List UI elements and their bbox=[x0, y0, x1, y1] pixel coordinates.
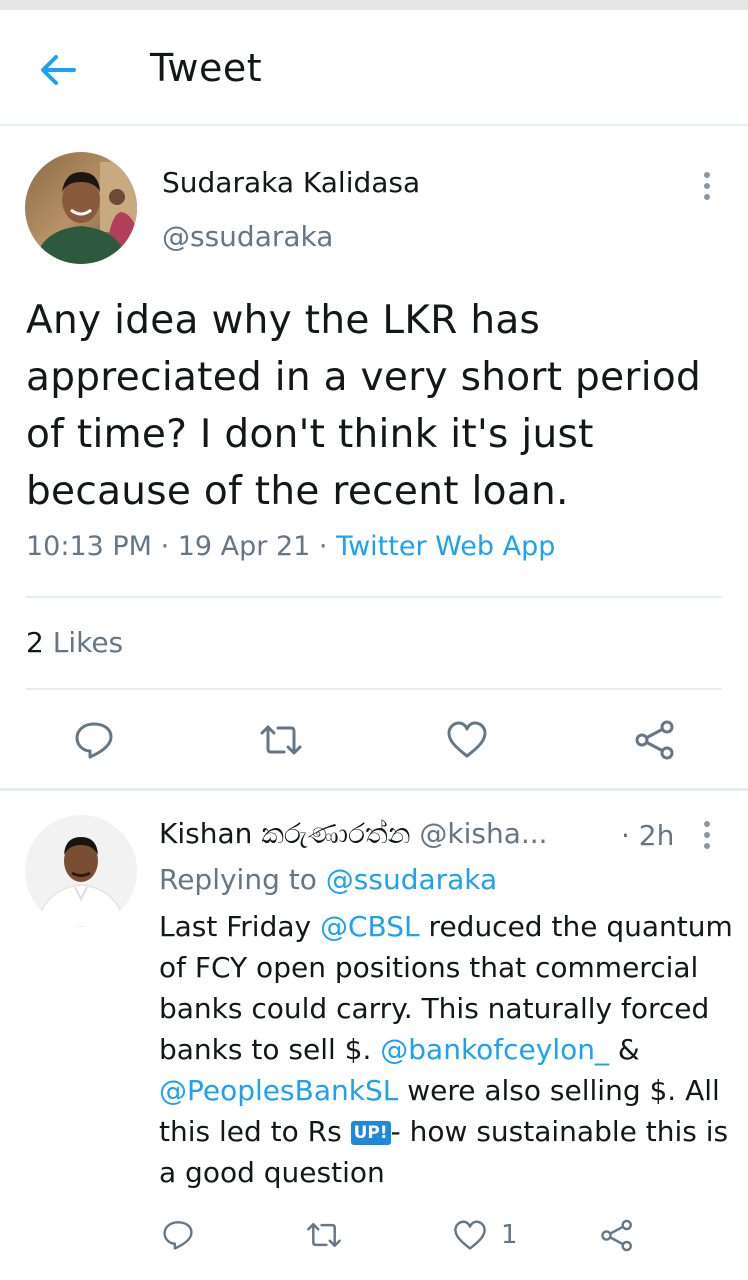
reply-text: Last Friday @CBSL reduced the quantum of… bbox=[159, 910, 733, 1189]
tweet-metadata: 10:13 PM · 19 Apr 21 · Twitter Web App bbox=[26, 531, 556, 562]
likes-summary[interactable]: 2 Likes bbox=[26, 626, 123, 659]
arrow-left-icon bbox=[41, 55, 76, 85]
divider bbox=[26, 688, 722, 690]
share-icon bbox=[635, 720, 674, 760]
back-button[interactable] bbox=[30, 44, 86, 96]
retweet-icon bbox=[260, 725, 302, 755]
more-vert-icon bbox=[704, 821, 710, 827]
replying-to-mention[interactable]: @ssudaraka bbox=[326, 863, 497, 896]
reply-reply-button[interactable] bbox=[162, 1205, 194, 1265]
reply-like-button[interactable]: 1 bbox=[453, 1205, 518, 1265]
tweet-date: 19 Apr 21 bbox=[177, 531, 311, 562]
tweet-time: 10:13 PM bbox=[26, 531, 152, 562]
share-icon bbox=[601, 1219, 632, 1251]
top-app-bar: Tweet bbox=[0, 10, 748, 126]
mention-link[interactable]: @CBSL bbox=[320, 910, 420, 943]
reply-author-name[interactable]: Kishan කරුණාරත්න bbox=[159, 817, 410, 850]
author-handle[interactable]: @ssudaraka bbox=[162, 220, 333, 253]
replying-to: Replying to @ssudaraka bbox=[159, 863, 498, 896]
reply-header: Kishan කරුණාරත්න @kisha... bbox=[159, 817, 699, 851]
mention-link[interactable]: @PeoplesBankSL bbox=[159, 1074, 398, 1107]
like-button[interactable] bbox=[446, 710, 488, 770]
reply-author-handle[interactable]: @kisha... bbox=[419, 817, 547, 850]
reply-action-bar: 1 bbox=[0, 1205, 748, 1265]
divider bbox=[26, 596, 722, 598]
retweet-icon bbox=[307, 1223, 341, 1247]
heart-icon bbox=[447, 721, 487, 758]
reply-icon bbox=[75, 722, 113, 759]
reply-button[interactable] bbox=[74, 710, 114, 770]
likes-label: Likes bbox=[43, 626, 124, 659]
tweet-action-bar bbox=[0, 710, 748, 770]
reply-share-button[interactable] bbox=[600, 1205, 634, 1265]
tweet-source-link[interactable]: Twitter Web App bbox=[336, 531, 555, 562]
retweet-button[interactable] bbox=[258, 710, 304, 770]
up-emoji-badge: UP! bbox=[350, 1121, 391, 1145]
heart-icon bbox=[454, 1220, 486, 1250]
author-name[interactable]: Sudaraka Kalidasa bbox=[162, 166, 420, 199]
reply-avatar[interactable] bbox=[25, 815, 137, 927]
tweet-text: Any idea why the LKR has appreciated in … bbox=[26, 298, 702, 514]
avatar[interactable] bbox=[25, 152, 137, 264]
share-button[interactable] bbox=[634, 710, 676, 770]
reply-like-count: 1 bbox=[501, 1220, 518, 1250]
more-options-button[interactable] bbox=[692, 166, 722, 206]
page-title: Tweet bbox=[150, 46, 263, 90]
reply-time: · 2h bbox=[621, 819, 675, 852]
reply-more-options-button[interactable] bbox=[692, 815, 722, 855]
reply-icon bbox=[163, 1221, 193, 1250]
reply-retweet-button[interactable] bbox=[305, 1205, 343, 1265]
likes-count: 2 bbox=[26, 626, 44, 659]
more-vert-icon bbox=[704, 172, 710, 178]
status-bar-strip bbox=[0, 0, 748, 10]
mention-link[interactable]: @bankofceylon_ bbox=[380, 1033, 609, 1066]
reply-tweet[interactable]: Kishan කරුණාරත්න @kisha... · 2h Replying… bbox=[0, 791, 748, 1280]
